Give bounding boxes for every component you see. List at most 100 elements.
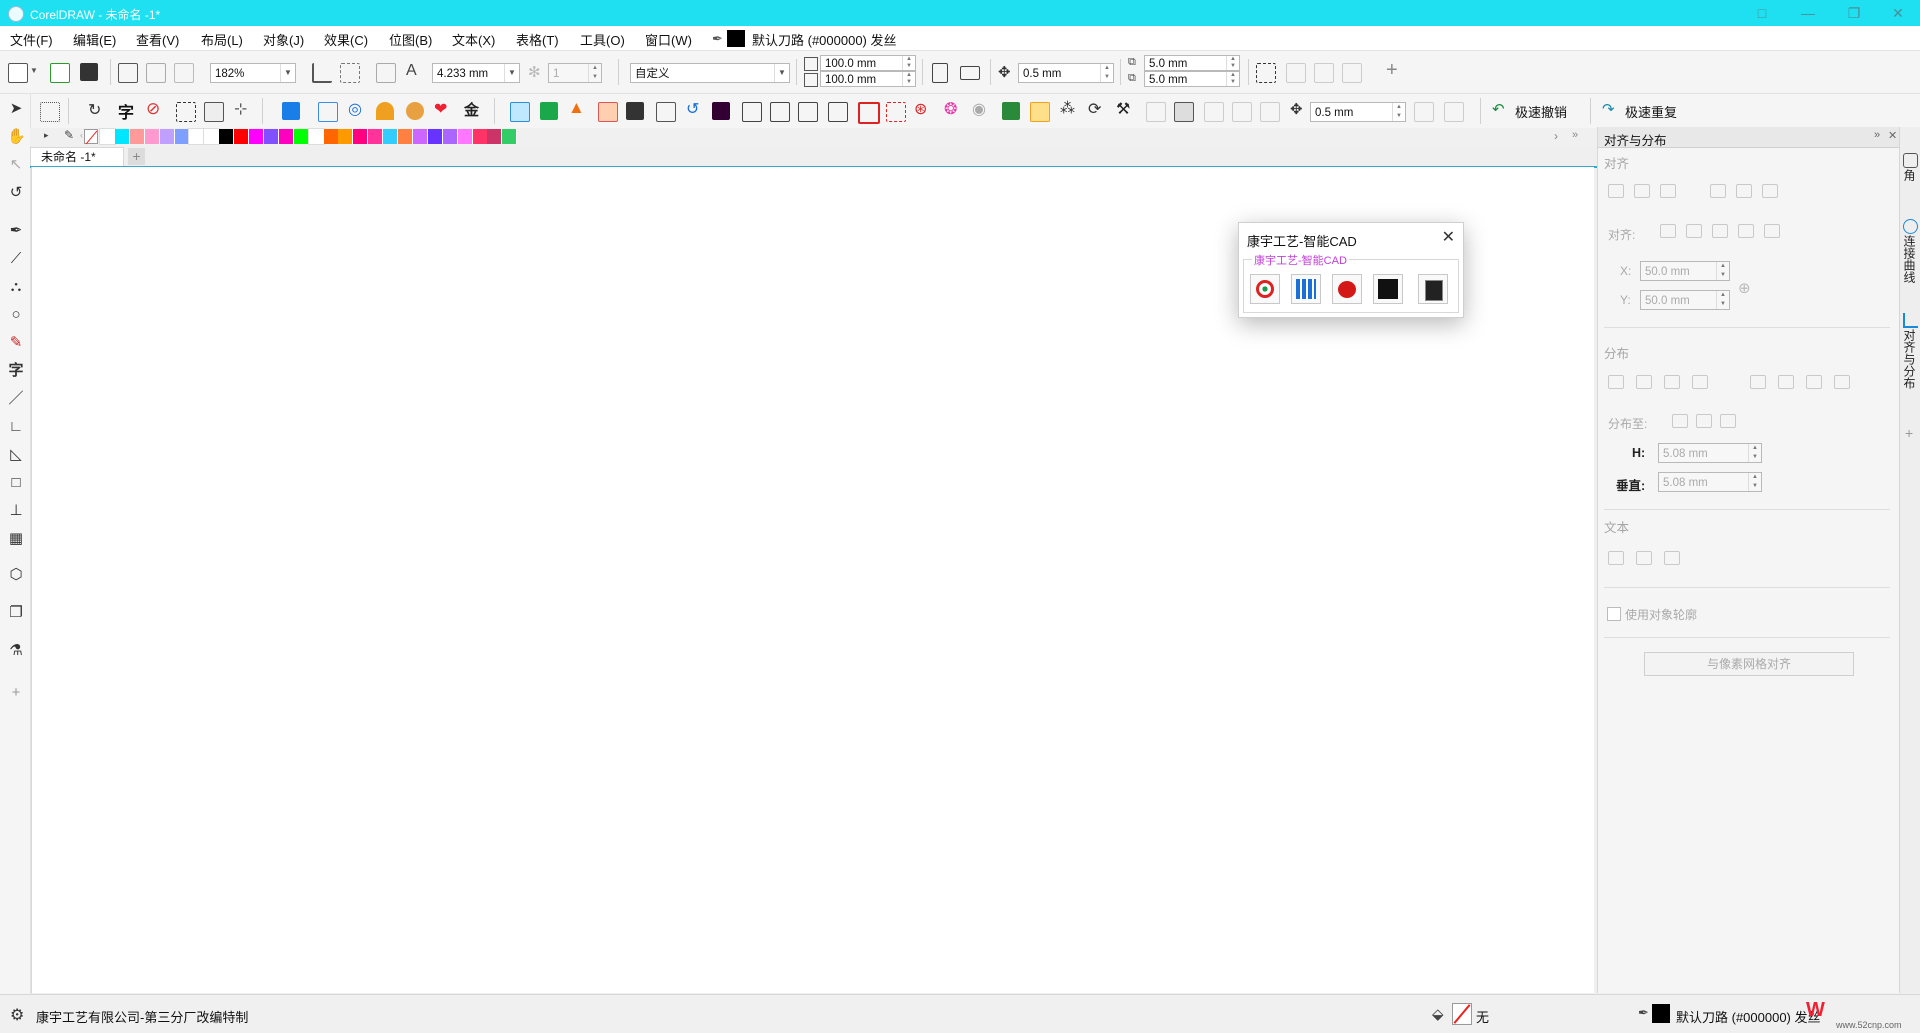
dots-icon[interactable]: ❂ xyxy=(944,99,957,119)
use-outline-checkbox[interactable] xyxy=(1607,607,1621,621)
new-document-icon[interactable] xyxy=(50,63,70,83)
gear-icon[interactable]: ⚙ xyxy=(10,1005,24,1025)
align-right-icon[interactable] xyxy=(1660,184,1676,198)
menu-file[interactable]: 文件(F) xyxy=(10,30,53,49)
add-docker-icon[interactable]: + xyxy=(1905,425,1913,441)
smart-fill-icon[interactable]: ⛬ xyxy=(7,278,25,296)
copy-shapes-icon[interactable] xyxy=(598,102,618,122)
layers-icon[interactable] xyxy=(1174,102,1194,122)
spiral-icon[interactable]: ◎ xyxy=(348,99,362,119)
shadow-tool-icon[interactable]: ❐ xyxy=(7,604,25,622)
palette-swatch[interactable] xyxy=(249,129,264,144)
tab-connector-curves[interactable]: 连接曲线 xyxy=(1902,235,1918,283)
palette-swatch[interactable] xyxy=(129,129,145,144)
gold-button[interactable]: 金 xyxy=(464,99,479,120)
warning-icon[interactable]: ▲ xyxy=(568,98,585,118)
palette-swatch[interactable] xyxy=(188,128,206,145)
outline-color-swatch[interactable] xyxy=(727,30,745,47)
circle-dim-icon[interactable]: ◉ xyxy=(972,99,986,119)
outline-width-input[interactable]: 0.5 mm ▲ ▼ xyxy=(1310,102,1406,122)
close-window-button[interactable]: ✕ xyxy=(1876,0,1920,26)
docker-close-icon[interactable]: ✕ xyxy=(1888,129,1897,142)
duplicate-distance-x-input[interactable]: 5.0 mm ▲ ▼ xyxy=(1144,55,1240,71)
palette-swatch[interactable] xyxy=(203,128,221,145)
pan-tool-icon[interactable]: ✋ xyxy=(7,128,26,146)
export-icon[interactable] xyxy=(146,63,166,83)
align-to-active-icon[interactable] xyxy=(1660,224,1676,238)
redo-icon[interactable]: ↷ xyxy=(1602,100,1615,118)
palette-swatch[interactable] xyxy=(502,129,518,144)
menu-text[interactable]: 文本(X) xyxy=(452,30,495,49)
align-to-grid-icon[interactable] xyxy=(1738,224,1754,238)
align-top-icon[interactable] xyxy=(1710,184,1726,198)
palette-swatch[interactable] xyxy=(307,128,325,145)
palette-swatch[interactable] xyxy=(442,129,458,144)
plugin-file-button[interactable] xyxy=(1418,274,1448,304)
text-baseline-first-icon[interactable] xyxy=(1608,551,1624,565)
break-dim-icon[interactable] xyxy=(1342,63,1362,83)
palette-swatch[interactable] xyxy=(114,129,130,144)
docker-expand-icon[interactable]: » xyxy=(1874,129,1880,141)
distribute-left-icon[interactable] xyxy=(1608,375,1624,389)
palette-swatch[interactable] xyxy=(219,129,235,144)
menu-effects[interactable]: 效果(C) xyxy=(324,30,368,49)
rectangle-tool-icon[interactable]: □ xyxy=(7,474,25,492)
chart-icon[interactable] xyxy=(828,102,848,122)
target-point-icon[interactable]: ⊕ xyxy=(1738,279,1751,297)
page-width-input[interactable]: 100.0 mm ▲ ▼ xyxy=(820,55,916,71)
dim-icon-d[interactable] xyxy=(1414,102,1434,122)
ellipse-tool-icon[interactable]: ○ xyxy=(7,306,25,324)
pattern-icon[interactable]: ⁂ xyxy=(1060,99,1075,117)
palette-swatch[interactable] xyxy=(472,129,488,144)
distribute-center-h-icon[interactable] xyxy=(1636,375,1652,389)
dim-icon-b[interactable] xyxy=(1232,102,1252,122)
rulers-icon[interactable] xyxy=(312,63,332,83)
h-spacing-input[interactable]: 5.08 mm ▲ ▼ xyxy=(1658,443,1762,463)
save-icon[interactable] xyxy=(80,63,98,81)
distribute-spacing-h-icon[interactable] xyxy=(1664,375,1680,389)
heart-icon[interactable]: ❤ xyxy=(434,99,447,119)
font-size-input[interactable]: 4.233 mm ▼ xyxy=(432,63,520,83)
crop-mark-icon[interactable] xyxy=(798,102,818,122)
zero-box-icon[interactable] xyxy=(282,102,300,120)
zoom-level-select[interactable]: 182% ▼ xyxy=(210,63,296,83)
distribute-top-icon[interactable] xyxy=(1750,375,1766,389)
align-to-page-edge-icon[interactable] xyxy=(1686,224,1702,238)
distribute-to-spacing-icon[interactable] xyxy=(1720,414,1736,428)
align-left-icon[interactable] xyxy=(1608,184,1624,198)
add-toolbar-icon[interactable]: + xyxy=(1386,59,1398,82)
open-dropdown-chevron-icon[interactable]: ▼ xyxy=(30,66,38,75)
text-baseline-last-icon[interactable] xyxy=(1636,551,1652,565)
palette-swatch[interactable] xyxy=(487,129,503,144)
eyedropper-icon[interactable]: ✎ xyxy=(64,128,74,142)
palette-swatch[interactable] xyxy=(159,129,175,144)
monitor-icon[interactable] xyxy=(510,102,530,122)
palette-swatch[interactable] xyxy=(383,129,399,144)
plugin-cursor-button[interactable] xyxy=(1373,274,1403,304)
palette-swatch[interactable] xyxy=(338,129,354,144)
palette-swatch[interactable] xyxy=(174,129,190,144)
node-tool-dim-icon[interactable] xyxy=(1286,63,1306,83)
align-to-point-icon[interactable] xyxy=(1764,224,1780,238)
align-center-icon[interactable]: ⊹ xyxy=(234,99,247,119)
text-tool-button[interactable]: 字 xyxy=(118,99,134,123)
open-icon[interactable] xyxy=(8,63,28,83)
menu-object[interactable]: 对象(J) xyxy=(263,30,304,49)
palette-swatch[interactable] xyxy=(263,129,279,144)
grid-select-icon[interactable] xyxy=(40,102,60,122)
distribute-right-icon[interactable] xyxy=(1692,375,1708,389)
freehand-pick-icon[interactable]: ↖ xyxy=(7,156,25,174)
y-position-input[interactable]: 50.0 mm ▲ ▼ xyxy=(1640,290,1730,310)
no-color-swatch[interactable] xyxy=(84,129,98,145)
menu-table[interactable]: 表格(T) xyxy=(516,30,559,49)
import-icon[interactable] xyxy=(118,63,138,83)
lines-icon[interactable] xyxy=(1030,102,1050,122)
connector-tool-icon[interactable]: ∟ xyxy=(7,418,25,436)
dim-icon-c[interactable] xyxy=(1260,102,1280,122)
align-center-h-icon[interactable] xyxy=(1634,184,1650,198)
palette-swatch[interactable] xyxy=(353,129,369,144)
join-dim-icon[interactable] xyxy=(1314,63,1334,83)
outline-color-status-swatch[interactable] xyxy=(1652,1004,1670,1023)
minimize-button[interactable]: — xyxy=(1786,0,1830,26)
text-tool-icon[interactable]: 字 xyxy=(7,362,25,380)
